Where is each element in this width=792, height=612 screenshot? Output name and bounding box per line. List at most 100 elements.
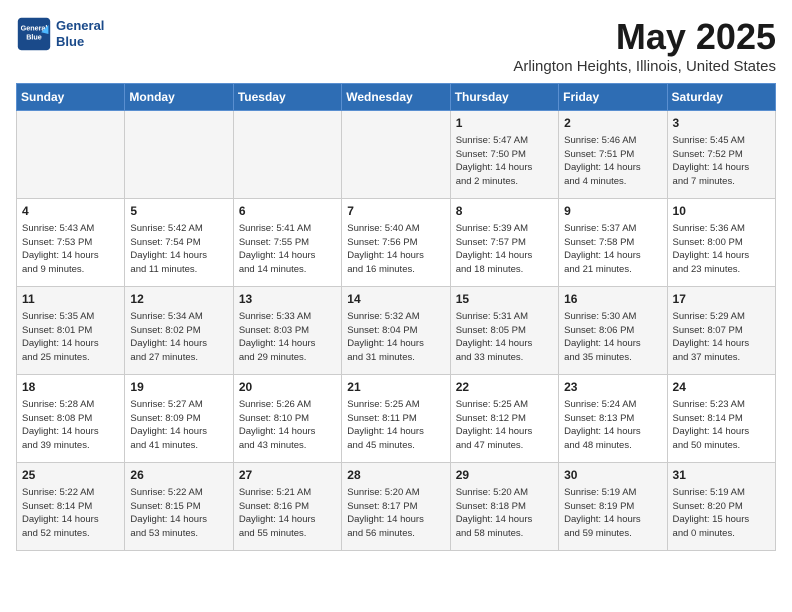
day-info: Sunrise: 5:42 AM Sunset: 7:54 PM Dayligh… — [130, 222, 227, 277]
day-info: Sunrise: 5:33 AM Sunset: 8:03 PM Dayligh… — [239, 310, 336, 365]
day-info: Sunrise: 5:22 AM Sunset: 8:15 PM Dayligh… — [130, 486, 227, 541]
day-number: 18 — [22, 379, 119, 396]
day-number: 4 — [22, 203, 119, 220]
day-info: Sunrise: 5:25 AM Sunset: 8:12 PM Dayligh… — [456, 398, 553, 453]
day-number: 31 — [673, 467, 770, 484]
calendar-cell: 29 Sunrise: 5:20 AM Sunset: 8:18 PM Dayli… — [450, 463, 558, 551]
calendar-cell: 6 Sunrise: 5:41 AM Sunset: 7:55 PM Daylig… — [233, 199, 341, 287]
day-info: Sunrise: 5:47 AM Sunset: 7:50 PM Dayligh… — [456, 134, 553, 189]
day-number: 28 — [347, 467, 444, 484]
calendar-cell: 11 Sunrise: 5:35 AM Sunset: 8:01 PM Dayli… — [17, 287, 125, 375]
calendar-cell — [125, 111, 233, 199]
day-info: Sunrise: 5:28 AM Sunset: 8:08 PM Dayligh… — [22, 398, 119, 453]
svg-text:Blue: Blue — [26, 32, 42, 41]
header-tuesday: Tuesday — [233, 84, 341, 111]
title-area: May 2025 Arlington Heights, Illinois, Un… — [513, 16, 776, 75]
calendar-cell: 28 Sunrise: 5:20 AM Sunset: 8:17 PM Dayli… — [342, 463, 450, 551]
calendar-week-3: 11 Sunrise: 5:35 AM Sunset: 8:01 PM Dayli… — [17, 287, 776, 375]
logo: General Blue General Blue — [16, 16, 104, 52]
calendar-week-1: 1 Sunrise: 5:47 AM Sunset: 7:50 PM Daylig… — [17, 111, 776, 199]
day-info: Sunrise: 5:40 AM Sunset: 7:56 PM Dayligh… — [347, 222, 444, 277]
calendar-cell: 17Sunrise: 5:29 AM Sunset: 8:07 PM Dayli… — [667, 287, 775, 375]
day-number: 8 — [456, 203, 553, 220]
day-info: Sunrise: 5:22 AM Sunset: 8:14 PM Dayligh… — [22, 486, 119, 541]
day-number: 11 — [22, 291, 119, 308]
header-thursday: Thursday — [450, 84, 558, 111]
day-info: Sunrise: 5:20 AM Sunset: 8:17 PM Dayligh… — [347, 486, 444, 541]
day-info: Sunrise: 5:37 AM Sunset: 7:58 PM Dayligh… — [564, 222, 661, 277]
calendar-cell: 31 Sunrise: 5:19 AM Sunset: 8:20 PM Dayli… — [667, 463, 775, 551]
day-info: Sunrise: 5:24 AM Sunset: 8:13 PM Dayligh… — [564, 398, 661, 453]
location-title: Arlington Heights, Illinois, United Stat… — [513, 58, 776, 75]
day-info: Sunrise: 5:27 AM Sunset: 8:09 PM Dayligh… — [130, 398, 227, 453]
calendar-cell: 15 Sunrise: 5:31 AM Sunset: 8:05 PM Dayli… — [450, 287, 558, 375]
calendar-cell: 12Sunrise: 5:34 AM Sunset: 8:02 PM Dayli… — [125, 287, 233, 375]
calendar-header-row: SundayMondayTuesdayWednesdayThursdayFrid… — [17, 84, 776, 111]
day-number: 30 — [564, 467, 661, 484]
day-info: Sunrise: 5:19 AM Sunset: 8:20 PM Dayligh… — [673, 486, 770, 541]
day-info: Sunrise: 5:45 AM Sunset: 7:52 PM Dayligh… — [673, 134, 770, 189]
calendar-cell — [342, 111, 450, 199]
calendar-cell — [17, 111, 125, 199]
day-info: Sunrise: 5:21 AM Sunset: 8:16 PM Dayligh… — [239, 486, 336, 541]
day-number: 6 — [239, 203, 336, 220]
calendar-cell: 9 Sunrise: 5:37 AM Sunset: 7:58 PM Daylig… — [559, 199, 667, 287]
day-info: Sunrise: 5:20 AM Sunset: 8:18 PM Dayligh… — [456, 486, 553, 541]
day-info: Sunrise: 5:36 AM Sunset: 8:00 PM Dayligh… — [673, 222, 770, 277]
day-info: Sunrise: 5:31 AM Sunset: 8:05 PM Dayligh… — [456, 310, 553, 365]
day-number: 12 — [130, 291, 227, 308]
calendar-cell: 1 Sunrise: 5:47 AM Sunset: 7:50 PM Daylig… — [450, 111, 558, 199]
calendar-cell: 19 Sunrise: 5:27 AM Sunset: 8:09 PM Dayli… — [125, 375, 233, 463]
calendar-cell: 30Sunrise: 5:19 AM Sunset: 8:19 PM Dayli… — [559, 463, 667, 551]
calendar-cell: 4 Sunrise: 5:43 AM Sunset: 7:53 PM Daylig… — [17, 199, 125, 287]
calendar-week-4: 18 Sunrise: 5:28 AM Sunset: 8:08 PM Dayli… — [17, 375, 776, 463]
calendar-cell: 22 Sunrise: 5:25 AM Sunset: 8:12 PM Dayli… — [450, 375, 558, 463]
day-info: Sunrise: 5:26 AM Sunset: 8:10 PM Dayligh… — [239, 398, 336, 453]
calendar-cell: 25 Sunrise: 5:22 AM Sunset: 8:14 PM Dayli… — [17, 463, 125, 551]
day-number: 1 — [456, 115, 553, 132]
day-number: 14 — [347, 291, 444, 308]
logo-text: General Blue — [56, 18, 104, 49]
day-number: 22 — [456, 379, 553, 396]
day-number: 9 — [564, 203, 661, 220]
day-info: Sunrise: 5:32 AM Sunset: 8:04 PM Dayligh… — [347, 310, 444, 365]
calendar-cell: 7Sunrise: 5:40 AM Sunset: 7:56 PM Daylig… — [342, 199, 450, 287]
calendar-table: SundayMondayTuesdayWednesdayThursdayFrid… — [16, 83, 776, 551]
calendar-cell: 24 Sunrise: 5:23 AM Sunset: 8:14 PM Dayli… — [667, 375, 775, 463]
day-number: 16 — [564, 291, 661, 308]
day-number: 2 — [564, 115, 661, 132]
calendar-cell: 13 Sunrise: 5:33 AM Sunset: 8:03 PM Dayli… — [233, 287, 341, 375]
day-number: 19 — [130, 379, 227, 396]
header-saturday: Saturday — [667, 84, 775, 111]
day-info: Sunrise: 5:41 AM Sunset: 7:55 PM Dayligh… — [239, 222, 336, 277]
day-number: 15 — [456, 291, 553, 308]
day-number: 20 — [239, 379, 336, 396]
day-number: 13 — [239, 291, 336, 308]
calendar-cell: 2 Sunrise: 5:46 AM Sunset: 7:51 PM Daylig… — [559, 111, 667, 199]
calendar-cell: 20 Sunrise: 5:26 AM Sunset: 8:10 PM Dayli… — [233, 375, 341, 463]
page-header: General Blue General Blue May 2025 Arlin… — [16, 16, 776, 75]
header-sunday: Sunday — [17, 84, 125, 111]
day-info: Sunrise: 5:30 AM Sunset: 8:06 PM Dayligh… — [564, 310, 661, 365]
day-number: 10 — [673, 203, 770, 220]
day-number: 24 — [673, 379, 770, 396]
calendar-cell: 10 Sunrise: 5:36 AM Sunset: 8:00 PM Dayli… — [667, 199, 775, 287]
day-number: 25 — [22, 467, 119, 484]
header-friday: Friday — [559, 84, 667, 111]
calendar-cell: 23 Sunrise: 5:24 AM Sunset: 8:13 PM Dayli… — [559, 375, 667, 463]
calendar-cell: 14 Sunrise: 5:32 AM Sunset: 8:04 PM Dayli… — [342, 287, 450, 375]
day-info: Sunrise: 5:29 AM Sunset: 8:07 PM Dayligh… — [673, 310, 770, 365]
day-info: Sunrise: 5:46 AM Sunset: 7:51 PM Dayligh… — [564, 134, 661, 189]
day-info: Sunrise: 5:43 AM Sunset: 7:53 PM Dayligh… — [22, 222, 119, 277]
calendar-week-2: 4 Sunrise: 5:43 AM Sunset: 7:53 PM Daylig… — [17, 199, 776, 287]
day-number: 23 — [564, 379, 661, 396]
day-info: Sunrise: 5:39 AM Sunset: 7:57 PM Dayligh… — [456, 222, 553, 277]
calendar-cell: 27 Sunrise: 5:21 AM Sunset: 8:16 PM Dayli… — [233, 463, 341, 551]
day-number: 29 — [456, 467, 553, 484]
day-info: Sunrise: 5:23 AM Sunset: 8:14 PM Dayligh… — [673, 398, 770, 453]
day-info: Sunrise: 5:35 AM Sunset: 8:01 PM Dayligh… — [22, 310, 119, 365]
month-title: May 2025 — [513, 16, 776, 58]
day-number: 27 — [239, 467, 336, 484]
calendar-cell: 16 Sunrise: 5:30 AM Sunset: 8:06 PM Dayli… — [559, 287, 667, 375]
day-number: 21 — [347, 379, 444, 396]
